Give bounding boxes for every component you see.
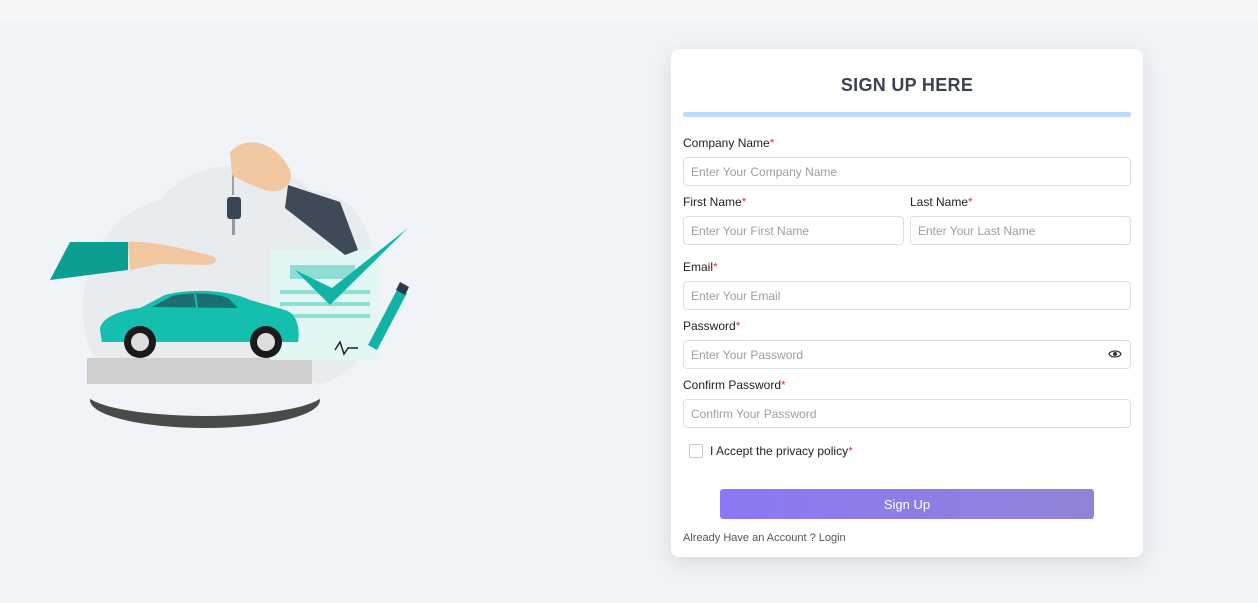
sign-up-button[interactable]: Sign Up [720, 489, 1094, 519]
signup-title: SIGN UP HERE [840, 75, 974, 95]
last-name-field: Last Name* [910, 195, 1131, 245]
confirm-password-input[interactable] [683, 399, 1131, 428]
signup-card: SIGN UP HERE Company Name* First Name* L… [671, 49, 1143, 557]
last-name-input[interactable] [910, 216, 1131, 245]
company-name-label: Company Name* [683, 136, 775, 150]
email-label: Email* [683, 260, 718, 274]
company-name-field: Company Name* [683, 136, 1131, 186]
password-label: Password* [683, 319, 741, 333]
required-mark: * [781, 378, 786, 392]
login-link[interactable]: Login [819, 532, 846, 544]
email-field: Email* [683, 260, 1131, 310]
required-mark: * [741, 195, 747, 209]
required-mark: * [735, 319, 741, 333]
first-name-input[interactable] [683, 216, 904, 245]
eye-icon[interactable] [1108, 348, 1122, 360]
password-field: Password* [683, 319, 1131, 369]
car-key [227, 197, 241, 219]
privacy-checkbox[interactable] [689, 444, 703, 458]
password-wrapper [683, 340, 1131, 369]
first-name-label: First Name* [683, 195, 747, 209]
confirm-password-label: Confirm Password* [683, 378, 786, 392]
privacy-row: I Accept the privacy policy* [683, 444, 1131, 458]
top-bar [0, 0, 1258, 22]
required-mark: * [848, 444, 853, 458]
privacy-label: I Accept the privacy policy* [710, 444, 853, 458]
title-underline [683, 112, 1131, 117]
car-handover-illustration [50, 142, 409, 428]
last-name-label: Last Name* [910, 195, 973, 209]
required-mark: * [713, 260, 718, 274]
name-row: First Name* Last Name* [683, 195, 1131, 245]
platform [87, 358, 312, 384]
required-mark: * [968, 195, 973, 209]
first-name-field: First Name* [683, 195, 904, 245]
login-prompt-text: Already Have an Account ? [683, 532, 819, 544]
email-input[interactable] [683, 281, 1131, 310]
confirm-password-field: Confirm Password* [683, 378, 1131, 428]
company-name-input[interactable] [683, 157, 1131, 186]
required-mark: * [769, 136, 775, 150]
login-prompt: Already Have an Account ? Login [683, 532, 1131, 544]
password-input[interactable] [683, 340, 1131, 369]
